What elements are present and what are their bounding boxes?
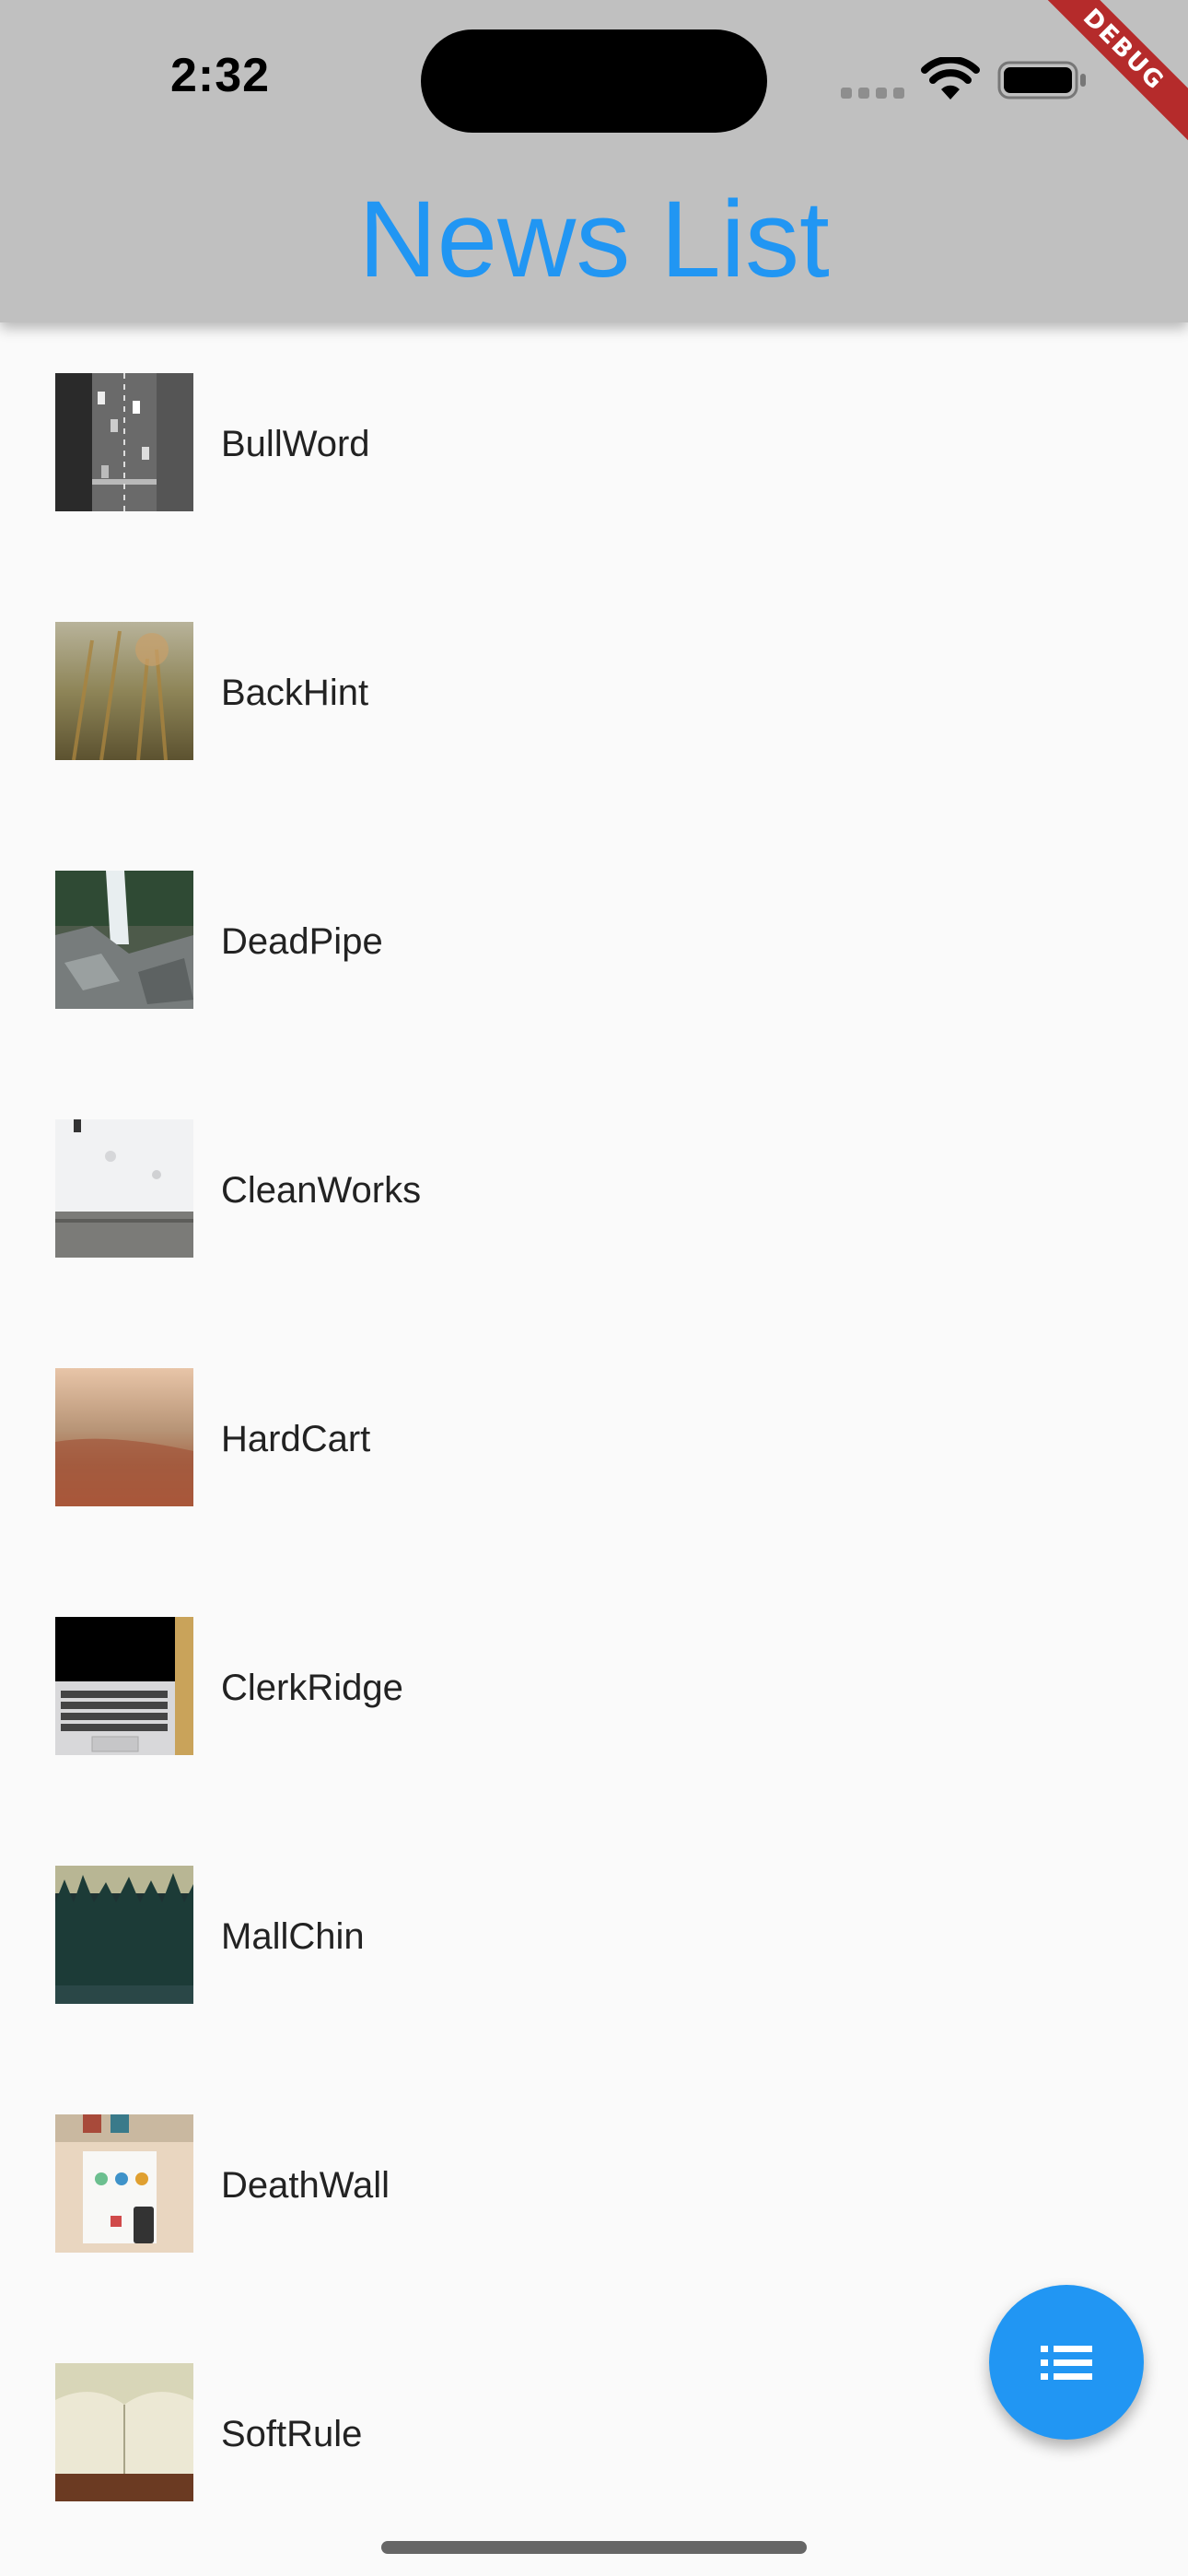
- status-time: 2:32: [170, 49, 271, 102]
- wheat-field-image: [55, 622, 193, 760]
- desert-haze-image: [55, 1368, 193, 1506]
- desk-items-image: [55, 2114, 193, 2253]
- open-book-image: [55, 2363, 193, 2501]
- news-title: DeathWall: [221, 2165, 390, 2206]
- laptop-image: [55, 1617, 193, 1755]
- forest-image: [55, 1866, 193, 2004]
- news-title: BackHint: [221, 673, 369, 713]
- white-wall-image: [55, 1119, 193, 1258]
- home-indicator[interactable]: [381, 2541, 807, 2554]
- list-fab-button[interactable]: [989, 2285, 1144, 2440]
- list-item[interactable]: CleanWorks: [0, 1069, 1188, 1317]
- news-title: SoftRule: [221, 2414, 363, 2454]
- news-title: ClerkRidge: [221, 1668, 403, 1708]
- news-title: BullWord: [221, 424, 370, 464]
- list-item[interactable]: MallChin: [0, 1815, 1188, 2064]
- list-item[interactable]: DeathWall: [0, 2064, 1188, 2313]
- list-item[interactable]: ClerkRidge: [0, 1566, 1188, 1815]
- wifi-icon: [921, 57, 980, 100]
- list-icon: [1041, 2346, 1092, 2380]
- news-title: DeadPipe: [221, 921, 383, 962]
- waterfall-rocks-image: [55, 871, 193, 1009]
- cellular-signal-icon: [841, 88, 905, 99]
- list-item[interactable]: BackHint: [0, 571, 1188, 820]
- battery-icon: [997, 61, 1086, 100]
- app-bar: 2:32 News List: [0, 0, 1188, 322]
- news-title: CleanWorks: [221, 1170, 422, 1211]
- news-title: HardCart: [221, 1419, 371, 1459]
- list-item[interactable]: BullWord: [0, 322, 1188, 571]
- list-item[interactable]: HardCart: [0, 1317, 1188, 1566]
- aerial-highway-image: [55, 373, 193, 511]
- page-title: News List: [358, 179, 830, 300]
- news-list: BullWord BackHint DeadPipe CleanWorks Ha…: [0, 322, 1188, 2561]
- news-title: MallChin: [221, 1916, 365, 1957]
- dynamic-island: [421, 29, 767, 133]
- list-item[interactable]: DeadPipe: [0, 820, 1188, 1069]
